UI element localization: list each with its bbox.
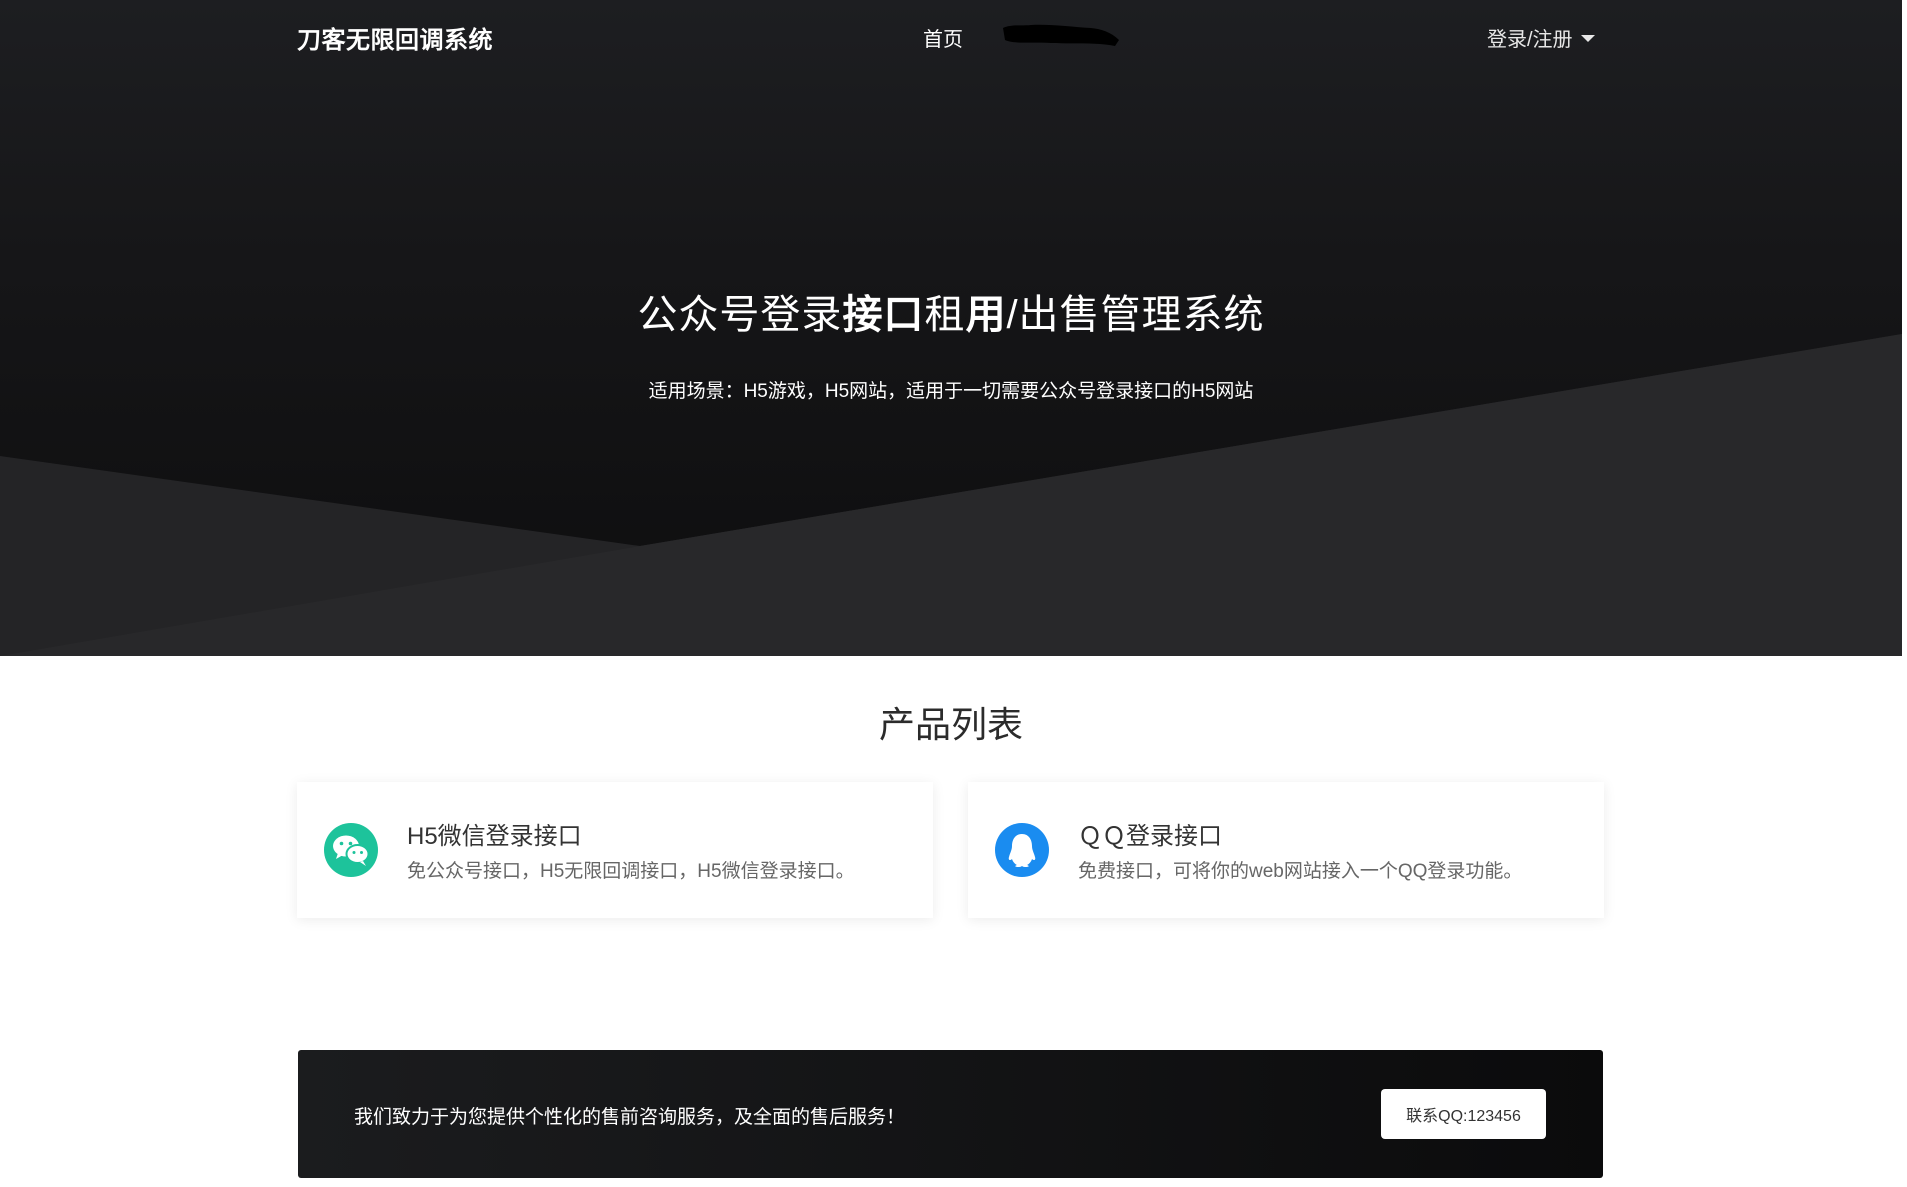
product-card-wechat[interactable]: H5微信登录接口 免公众号接口，H5无限回调接口，H5微信登录接口。 [297,782,933,918]
product-description: 免费接口，可将你的web网站接入一个QQ登录功能。 [1078,861,1523,882]
contact-text: 我们致力于为您提供个性化的售前咨询服务，及全面的售后服务！ [354,1107,906,1128]
contact-qq-button[interactable]: 联系QQ:123456 [1381,1089,1546,1139]
top-navbar: 刀客无限回调系统 首页 登录/注册 [0,0,1902,72]
login-register-dropdown[interactable]: 登录/注册 [1487,23,1595,52]
product-title: ＱＱ登录接口 [1078,823,1222,850]
wechat-icon [324,823,378,877]
hero-title: 公众号登录接口租用/出售管理系统 [0,282,1902,340]
product-title: H5微信登录接口 [407,823,582,850]
contact-banner: 我们致力于为您提供个性化的售前咨询服务，及全面的售后服务！ 联系QQ:12345… [298,1050,1603,1178]
hero-banner: 刀客无限回调系统 首页 登录/注册 公众号登录接口租用/出售管理系统 适用场景：… [0,0,1902,656]
hero-title-bold1: 接口 [842,293,925,337]
login-register-label: 登录/注册 [1487,29,1573,51]
products-title: 产品列表 [878,704,1023,745]
caret-down-icon [1580,35,1595,42]
hero-title-part1: 公众号登录 [637,293,843,337]
hero-title-bold2: 用 [965,293,1007,337]
hero-subtitle: 适用场景：H5游戏，H5网站，适用于一切需要公众号登录接口的H5网站 [648,381,1254,402]
redacted-nav-item [1003,24,1119,46]
hero-title-part3: /出售管理系统 [1006,293,1265,337]
site-brand[interactable]: 刀客无限回调系统 [297,20,493,55]
product-card-qq[interactable]: ＱＱ登录接口 免费接口，可将你的web网站接入一个QQ登录功能。 [968,782,1604,918]
nav-home-link[interactable]: 首页 [923,23,963,52]
qq-icon [995,823,1049,877]
product-description: 免公众号接口，H5无限回调接口，H5微信登录接口。 [407,861,855,882]
hero-title-part2: 租 [924,293,966,337]
